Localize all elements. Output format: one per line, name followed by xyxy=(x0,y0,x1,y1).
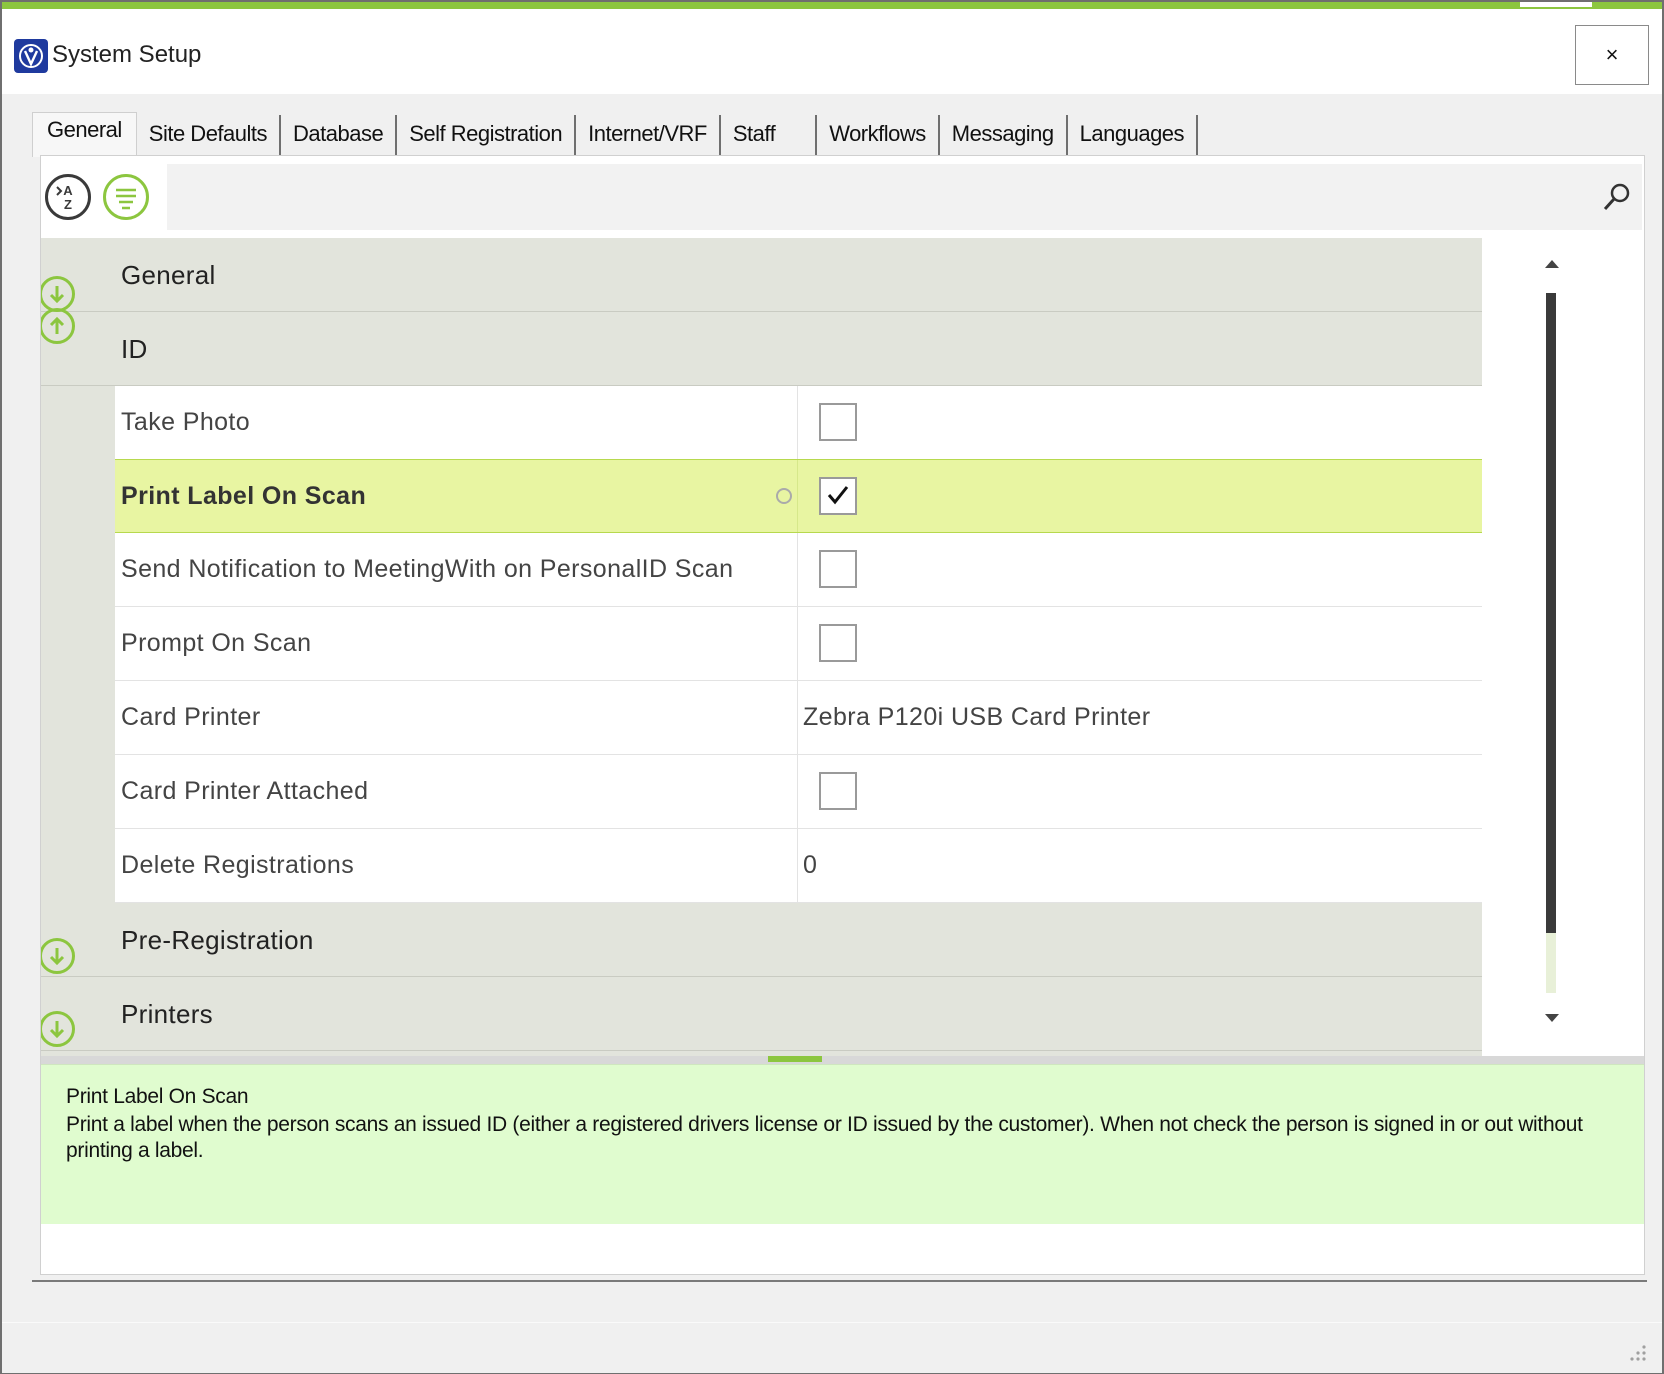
category-printers[interactable]: Printers xyxy=(41,977,1482,1051)
property-card-printer-attached[interactable]: Card Printer Attached xyxy=(115,755,1482,829)
property-name: Prompt On Scan xyxy=(121,629,312,657)
scroll-up-icon[interactable] xyxy=(1545,260,1559,268)
category-label: General xyxy=(121,260,216,290)
property-name: Delete Registrations xyxy=(121,851,355,879)
card-printer-value[interactable]: Zebra P120i USB Card Printer xyxy=(803,703,1150,732)
take-photo-checkbox[interactable] xyxy=(819,403,857,441)
modified-indicator-icon xyxy=(776,488,792,504)
help-splitter[interactable] xyxy=(41,1056,1644,1064)
property-card-printer[interactable]: Card Printer Zebra P120i USB Card Printe… xyxy=(115,681,1482,755)
prompt-on-scan-checkbox[interactable] xyxy=(819,624,857,662)
property-delete-registrations[interactable]: Delete Registrations 0 xyxy=(115,829,1482,903)
card-printer-attached-checkbox[interactable] xyxy=(819,772,857,810)
property-take-photo[interactable]: Take Photo xyxy=(115,386,1482,460)
property-name: Take Photo xyxy=(121,408,251,436)
close-icon: × xyxy=(1605,42,1619,67)
scroll-down-icon[interactable] xyxy=(1545,1014,1559,1022)
property-send-notification[interactable]: Send Notification to MeetingWith on Pers… xyxy=(115,533,1482,607)
tab-staff[interactable]: Staff xyxy=(721,115,818,155)
property-name: Card Printer Attached xyxy=(121,777,369,805)
property-name: Card Printer xyxy=(121,703,261,731)
tab-messaging[interactable]: Messaging xyxy=(940,115,1068,155)
window-title: System Setup xyxy=(52,41,202,68)
checkmark-icon xyxy=(827,486,849,505)
svg-text:A: A xyxy=(63,183,73,198)
tab-site-defaults[interactable]: Site Defaults xyxy=(137,115,282,155)
property-name: Send Notification to MeetingWith on Pers… xyxy=(121,555,734,583)
tab-languages[interactable]: Languages xyxy=(1068,115,1199,155)
scroll-thumb[interactable] xyxy=(1546,293,1556,933)
delete-registrations-value[interactable]: 0 xyxy=(803,851,817,880)
help-panel: Print Label On Scan Print a label when t… xyxy=(41,1064,1644,1224)
category-general[interactable]: General xyxy=(41,238,1482,312)
property-grid-panel: A Z General ID Take Photo Print Label On… xyxy=(40,155,1645,1275)
category-label: Printers xyxy=(121,999,213,1029)
app-logo-icon xyxy=(14,39,48,73)
print-label-on-scan-checkbox[interactable] xyxy=(819,477,857,515)
sort-az-icon: A Z xyxy=(56,183,73,212)
resize-grip-icon[interactable] xyxy=(1626,1341,1648,1363)
category-id[interactable]: ID xyxy=(41,312,1482,386)
help-description: Print a label when the person scans an i… xyxy=(66,1113,1583,1162)
tab-self-registration[interactable]: Self Registration xyxy=(397,115,577,155)
category-label: ID xyxy=(121,334,148,364)
close-button[interactable]: × xyxy=(1575,25,1649,85)
property-print-label-on-scan[interactable]: Print Label On Scan xyxy=(115,459,1482,533)
category-label: Pre-Registration xyxy=(121,925,314,955)
sort-alphabetical-button[interactable]: A Z xyxy=(45,174,91,220)
tab-strip: General Site Defaults Database Self Regi… xyxy=(32,112,1199,157)
system-setup-window: System Setup × General Site Defaults Dat… xyxy=(0,0,1664,1374)
categorized-button[interactable] xyxy=(103,174,149,220)
status-bar xyxy=(2,1322,1662,1373)
tab-workflows[interactable]: Workflows xyxy=(817,115,940,155)
property-name: Print Label On Scan xyxy=(121,482,367,510)
search-input[interactable] xyxy=(167,164,1642,230)
property-prompt-on-scan[interactable]: Prompt On Scan xyxy=(115,607,1482,681)
magnifier-icon[interactable] xyxy=(1602,182,1632,212)
tab-internet-vrf[interactable]: Internet/VRF xyxy=(576,115,721,155)
footer-divider xyxy=(32,1280,1647,1282)
title-bar: System Setup × xyxy=(2,9,1662,94)
tab-database[interactable]: Database xyxy=(281,115,398,155)
splitter-grip[interactable] xyxy=(768,1056,822,1062)
categorized-list-icon xyxy=(116,188,136,210)
vertical-scrollbar[interactable] xyxy=(1482,238,1644,1056)
send-notification-checkbox[interactable] xyxy=(819,550,857,588)
svg-text:Z: Z xyxy=(64,197,72,212)
accent-bar xyxy=(2,2,1662,9)
help-title: Print Label On Scan xyxy=(66,1085,249,1108)
category-pre-registration[interactable]: Pre-Registration xyxy=(41,903,1482,977)
property-toolbar: A Z xyxy=(41,156,1644,238)
property-grid: General ID Take Photo Print Label On Sca… xyxy=(41,238,1644,1056)
tab-general[interactable]: General xyxy=(32,112,137,157)
